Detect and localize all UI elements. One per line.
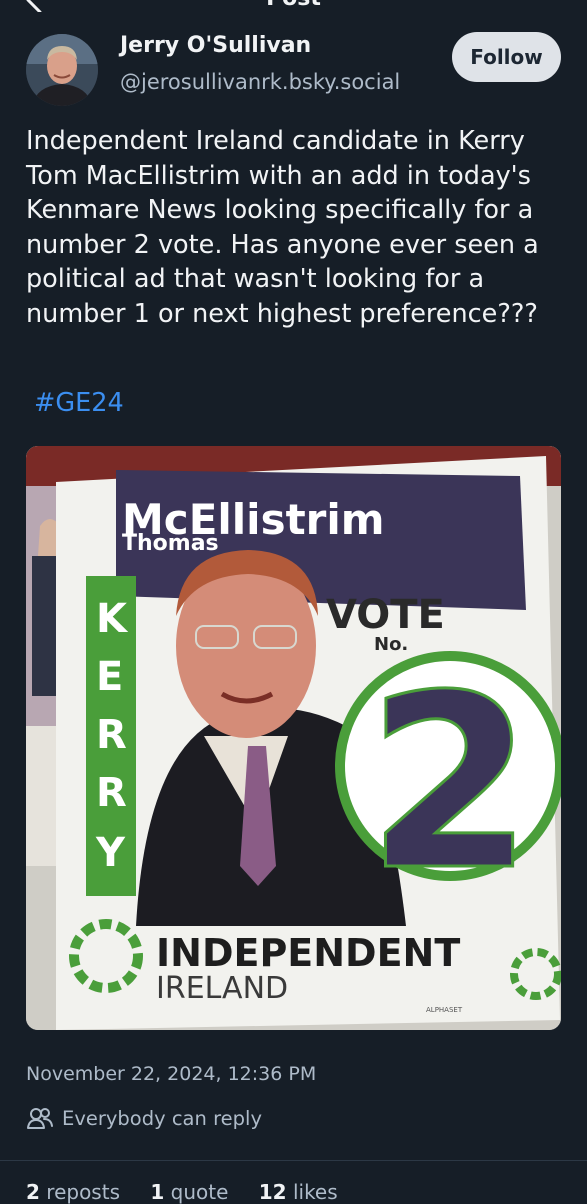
- page-title: Post: [0, 0, 587, 11]
- engagement-stats: 2 reposts 1 quote 12 likes: [26, 1180, 362, 1204]
- reposts-count: 2: [26, 1180, 40, 1204]
- quotes-label: quote: [170, 1180, 229, 1204]
- author-handle[interactable]: @jerosullivanrk.bsky.social: [120, 70, 400, 94]
- likes-stat[interactable]: 12 likes: [259, 1180, 338, 1204]
- poster-party-line1: INDEPENDENT: [156, 931, 460, 975]
- divider: [0, 1160, 587, 1161]
- poster-county-r1: R: [96, 712, 127, 758]
- post-timestamp: November 22, 2024, 12:36 PM: [26, 1063, 317, 1085]
- poster-county-k: K: [96, 596, 129, 642]
- post-image[interactable]: McEllistrim Thomas K E R R Y VOTE No. 2 …: [26, 446, 561, 1030]
- reposts-label: reposts: [46, 1180, 120, 1204]
- poster-number: 2: [367, 643, 534, 923]
- poster-county-r2: R: [96, 770, 127, 816]
- quotes-stat[interactable]: 1 quote: [150, 1180, 228, 1204]
- avatar[interactable]: [26, 34, 98, 106]
- hashtag-link[interactable]: #GE24: [34, 388, 124, 418]
- avatar-image: [26, 34, 98, 106]
- follow-button[interactable]: Follow: [452, 32, 561, 82]
- people-icon: [27, 1108, 53, 1129]
- poster-county-y: Y: [95, 830, 126, 876]
- likes-label: likes: [292, 1180, 338, 1204]
- election-ad-photo: McEllistrim Thomas K E R R Y VOTE No. 2 …: [26, 446, 561, 1030]
- post-text: Independent Ireland candidate in Kerry T…: [26, 126, 539, 329]
- poster-vote-text: VOTE: [326, 592, 445, 638]
- quotes-count: 1: [150, 1180, 165, 1204]
- reply-setting-label: Everybody can reply: [62, 1106, 262, 1130]
- likes-count: 12: [258, 1180, 287, 1204]
- poster-first-name: Thomas: [122, 531, 219, 556]
- reposts-stat[interactable]: 2 reposts: [26, 1180, 120, 1204]
- poster-party-line2: IRELAND: [156, 971, 288, 1006]
- poster-county-e: E: [96, 654, 123, 700]
- reply-setting: Everybody can reply: [26, 1103, 262, 1133]
- poster-credit: ALPHASET: [426, 1006, 463, 1014]
- top-bar: Post: [0, 0, 587, 22]
- author-name[interactable]: Jerry O'Sullivan: [120, 33, 311, 58]
